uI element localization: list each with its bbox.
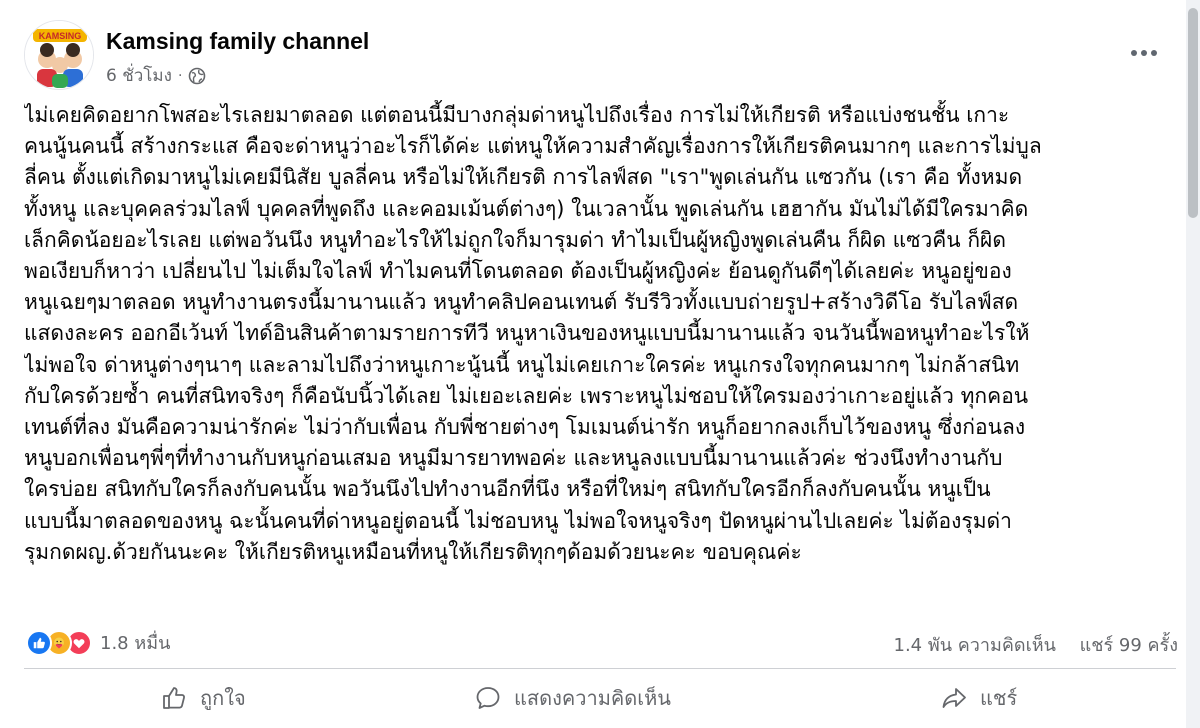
scrollbar-thumb[interactable] bbox=[1188, 8, 1198, 218]
more-options-button[interactable] bbox=[1126, 38, 1162, 68]
post-text-line: ไม่พอใจ ด่าหนูต่างๆนาๆ และลามไปถึงว่าหนู… bbox=[24, 352, 1020, 377]
post-text-line: ลี่คน ตั้งแต่เกิดมาหนูไม่เคยมีนิสัย บูลล… bbox=[24, 165, 1023, 190]
engagement-counts: 1.4 พัน ความคิดเห็น แชร์ 99 ครั้ง bbox=[894, 630, 1179, 659]
post-time[interactable]: 6 ชั่วโมง bbox=[106, 62, 172, 89]
comment-icon bbox=[476, 687, 500, 709]
share-label: แชร์ bbox=[980, 686, 1018, 710]
share-button[interactable]: แชร์ bbox=[940, 680, 1017, 716]
avatar-image: KAMSING bbox=[25, 21, 93, 89]
post-text-line: เล็กคิดน้อยอะไรเลย แต่พอวันนึง หนูทำอะไร… bbox=[24, 227, 1006, 252]
post-text-line: แสดงละคร ออกอีเว้นท์ ไทด์อินสินค้าตามราย… bbox=[24, 321, 1030, 346]
post-text-line: แบบนี้มาตลอดของหนู ฉะนั้นคนที่ด่าหนูอยู่… bbox=[24, 508, 1012, 533]
share-icon bbox=[942, 688, 966, 708]
page-avatar[interactable]: KAMSING bbox=[24, 20, 94, 90]
post-text-line: ทั้งหนู และบุคคลร่วมไลฟ์ บุคคลที่พูดถึง … bbox=[24, 196, 1029, 221]
more-dot-icon bbox=[1141, 50, 1147, 56]
post-text-line: รุมกดผญ.ด้วยกันนะคะ ให้เกียรติหนูเหมือนท… bbox=[24, 539, 802, 564]
comment-button[interactable]: แสดงความคิดเห็น bbox=[474, 680, 671, 716]
like-icon bbox=[26, 629, 52, 656]
divider bbox=[24, 668, 1176, 669]
avatar-logo-text: KAMSING bbox=[39, 31, 82, 41]
post-text: ไม่เคยคิดอยากโพสอะไรเลยมาตลอด แต่ตอนนี้ม… bbox=[24, 100, 1184, 568]
comment-count[interactable]: 1.4 พัน ความคิดเห็น bbox=[894, 635, 1056, 656]
post-text-line: เทนต์ที่ลง มันคือความน่ารักค่ะ ไม่ว่ากับ… bbox=[24, 415, 1026, 440]
reaction-count[interactable]: 1.8 หมื่น bbox=[100, 628, 170, 657]
post-text-line: พอเงียบก็หาว่า เปลี่ยนไป ไม่เต็มใจไลฟ์ ท… bbox=[24, 259, 1012, 284]
more-dot-icon bbox=[1151, 50, 1157, 56]
thumbs-up-icon bbox=[163, 687, 185, 709]
reaction-summary[interactable]: 1.8 หมื่น bbox=[26, 628, 170, 657]
like-label: ถูกใจ bbox=[200, 686, 246, 710]
comment-label: แสดงความคิดเห็น bbox=[514, 686, 671, 710]
facebook-post: KAMSING Kamsing family channel 6 ชั่วโมง… bbox=[0, 0, 1200, 728]
post-text-line: ไม่เคยคิดอยากโพสอะไรเลยมาตลอด แต่ตอนนี้ม… bbox=[24, 103, 1010, 127]
share-count[interactable]: แชร์ 99 ครั้ง bbox=[1080, 635, 1178, 656]
post-text-line: กับใครด้วยซ้ำ คนที่สนิทจริงๆ ก็คือนับนิ้… bbox=[24, 383, 1029, 408]
post-text-line: คนนู้นคนนี้ สร้างกระแส คือจะด่าหนูว่าอะไ… bbox=[24, 134, 1042, 159]
more-dot-icon bbox=[1131, 50, 1137, 56]
scrollbar[interactable] bbox=[1186, 0, 1200, 728]
post-text-line: หนูบอกเพื่อนๆพี่ๆที่ทำงานกับหนูก่อนเสมอ … bbox=[24, 446, 1003, 471]
post-meta: 6 ชั่วโมง · bbox=[106, 62, 206, 89]
like-button[interactable]: ถูกใจ bbox=[160, 680, 246, 716]
page-name[interactable]: Kamsing family channel bbox=[106, 28, 369, 55]
meta-separator: · bbox=[177, 67, 183, 84]
post-text-line: ใครบ่อย สนิทกับใครก็ลงกับคนนั้น พอวันนึง… bbox=[24, 477, 991, 502]
globe-icon bbox=[189, 67, 206, 84]
post-text-line: หนูเฉยๆมาตลอด หนูทำงานตรงนี้มานานแล้ว หน… bbox=[24, 290, 1019, 315]
